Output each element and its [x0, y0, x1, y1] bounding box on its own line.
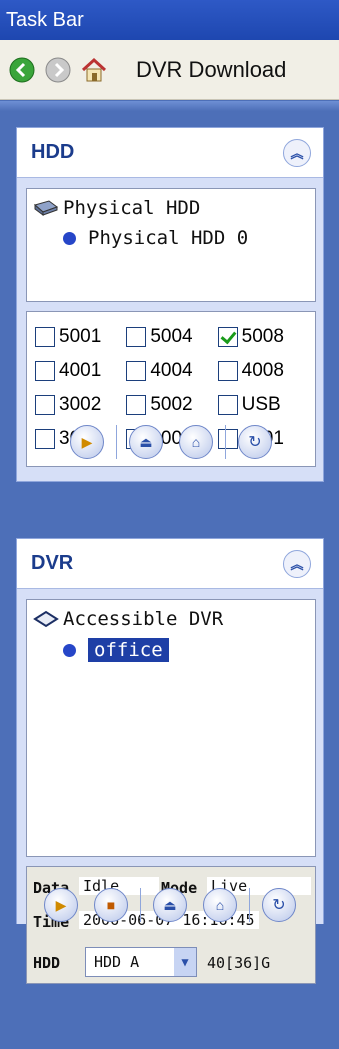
hdd-select-value: HDD A: [94, 953, 140, 971]
checkbox-box[interactable]: [126, 361, 147, 381]
window-title: Task Bar: [6, 9, 84, 31]
eject-icon: ⏏: [163, 896, 177, 913]
tree-item-label: Physical HDD 0: [88, 227, 249, 249]
toolbar: DVR Download: [0, 40, 339, 100]
home-icon: ⌂: [191, 434, 201, 450]
hdd-label: HDD: [33, 954, 61, 972]
eject-button[interactable]: ⏏: [153, 888, 187, 922]
divider: [0, 101, 339, 111]
dvr-panel: DVR ︽ Accessible DVR office Data Idle Mo…: [16, 538, 324, 984]
checkbox-label: 4001: [59, 360, 102, 381]
chevron-down-icon[interactable]: ▼: [174, 948, 196, 976]
refresh-icon: ↻: [248, 434, 262, 451]
tree-item[interactable]: Physical HDD 0: [63, 227, 248, 249]
play-icon: ▶: [55, 896, 67, 913]
hdd-tree[interactable]: Physical HDD Physical HDD 0: [26, 188, 316, 302]
eject-icon: ⏏: [139, 433, 153, 450]
play-button[interactable]: ▶: [70, 425, 104, 459]
checkbox-4001[interactable]: 4001: [35, 354, 126, 388]
dvr-panel-title: DVR: [31, 552, 74, 574]
toolbar-title: DVR Download: [136, 56, 287, 82]
checkbox-label: 5004: [150, 326, 193, 347]
window-titlebar: Task Bar: [0, 0, 339, 40]
checkbox-label: 4004: [150, 360, 193, 381]
hdd-panel-header: HDD ︽: [17, 128, 323, 178]
home-button[interactable]: ⌂: [179, 425, 213, 459]
hdd-select[interactable]: HDD A ▼: [85, 947, 197, 977]
checkbox-5001[interactable]: 5001: [35, 320, 126, 354]
checkbox-box[interactable]: [126, 327, 147, 347]
hdd-drive-icon: [33, 200, 59, 216]
checkbox-label: 4008: [241, 360, 284, 381]
checkbox-box[interactable]: [217, 361, 238, 381]
tree-root-label: Physical HDD: [63, 197, 201, 219]
checkbox-box[interactable]: [217, 327, 238, 347]
hdd-action-bar: ▶ ⏏ ⌂ ↻: [17, 412, 325, 472]
play-icon: ▶: [81, 433, 93, 450]
home-icon[interactable]: [80, 56, 108, 84]
checkbox-4008[interactable]: 4008: [217, 354, 309, 388]
stop-icon: ■: [106, 897, 116, 913]
separator: [116, 425, 117, 459]
chevron-up-icon: ︽: [290, 557, 304, 572]
dvr-tree[interactable]: Accessible DVR office: [26, 599, 316, 857]
node-icon: [63, 643, 76, 657]
node-icon: [63, 231, 76, 245]
separator: [140, 888, 141, 922]
tree-root[interactable]: Accessible DVR: [33, 608, 223, 630]
tree-root[interactable]: Physical HDD: [33, 197, 200, 219]
separator: [249, 888, 250, 922]
separator: [225, 425, 226, 459]
hdd-panel-title: HDD: [31, 141, 75, 163]
dvr-device-icon: [33, 610, 59, 628]
checkbox-5008[interactable]: 5008: [217, 320, 309, 354]
dvr-info: Data Idle Mode Live Time 2006-06-07 16:1…: [26, 866, 316, 984]
checkbox-5004[interactable]: 5004: [126, 320, 217, 354]
collapse-button[interactable]: ︽: [283, 138, 311, 167]
dvr-action-bar: [17, 989, 325, 1049]
forward-icon[interactable]: [44, 56, 72, 84]
hdd-size: 40[36]G: [207, 954, 271, 972]
checkbox-box[interactable]: [35, 327, 55, 347]
home-icon: ⌂: [215, 897, 225, 913]
checkbox-4004[interactable]: 4004: [126, 354, 217, 388]
tree-item-office[interactable]: office: [63, 638, 169, 662]
refresh-icon: ↻: [272, 897, 286, 914]
back-icon[interactable]: [8, 56, 36, 84]
refresh-button[interactable]: ↻: [238, 425, 272, 459]
collapse-button[interactable]: ︽: [283, 549, 311, 578]
checkbox-label: 5001: [59, 326, 102, 347]
tree-item-label: office: [88, 638, 169, 662]
refresh-button[interactable]: ↻: [262, 888, 296, 922]
stop-button[interactable]: ■: [94, 888, 128, 922]
home-button[interactable]: ⌂: [203, 888, 237, 922]
eject-button[interactable]: ⏏: [129, 425, 163, 459]
checkbox-label: 5008: [241, 326, 284, 347]
dvr-panel-header: DVR ︽: [17, 539, 323, 589]
chevron-up-icon: ︽: [290, 146, 304, 161]
checkbox-box[interactable]: [35, 361, 55, 381]
tree-root-label: Accessible DVR: [63, 608, 224, 630]
hdd-panel: HDD ︽ Physical HDD Physical HDD 0 5001 5…: [16, 127, 324, 482]
dvr-action-bar: ▶ ■ ⏏ ⌂ ↻: [16, 886, 324, 924]
play-button[interactable]: ▶: [44, 888, 78, 922]
